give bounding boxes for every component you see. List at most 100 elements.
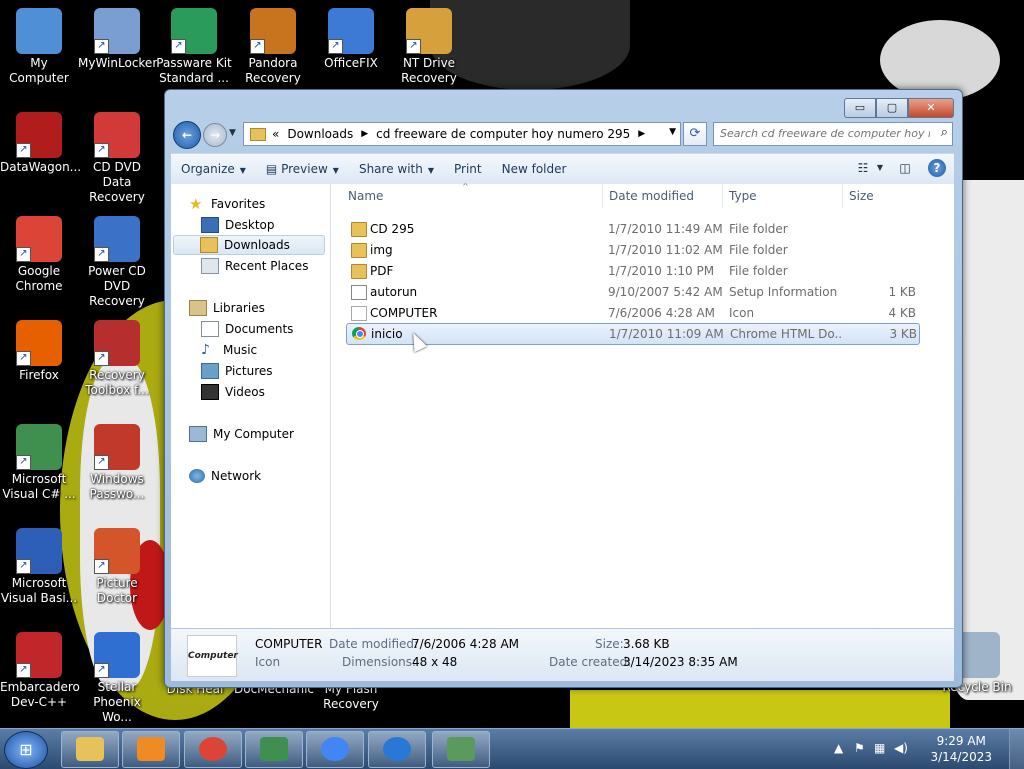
stellar-phoenix-icon: ↗ [94,632,140,678]
desktop-icon-pandora[interactable]: ↗ Pandora Recovery [234,8,312,86]
preview-button[interactable]: ▤ Preview ▼ [256,162,349,176]
action-center-icon[interactable]: ⚑ [854,741,865,755]
desktop-icon-nt-drive[interactable]: ↗ NT Drive Recovery [390,8,468,86]
file-name: PDF [370,264,394,278]
preview-pane-button[interactable]: ◫ [894,158,916,178]
network-status-icon[interactable]: ▦ [874,741,885,755]
address-bar[interactable]: « Downloads ▶ cd freeware de computer ho… [243,122,681,146]
nav-desktop[interactable]: Desktop [201,215,327,235]
desktop-icon-datawagon[interactable]: ↗ DataWagon... [0,112,81,175]
desktop-icon-power-cd[interactable]: ↗ Power CD DVD Recovery [78,216,156,309]
file-name: CD 295 [370,222,415,236]
taskbar-chromium-button[interactable] [306,731,364,768]
nav-videos[interactable]: Videos [201,382,327,402]
taskbar-media-player-button[interactable] [122,731,180,768]
desktop-icon-visual-basic[interactable]: ↗ Microsoft Visual Basi... [0,528,78,606]
desktop-icon-recovery-toolbox[interactable]: ↗ Recovery Toolbox f... [78,320,156,398]
desktop-icon-picture-doctor[interactable]: ↗ Picture Doctor [78,528,156,606]
taskbar-chrome-button[interactable] [184,731,242,768]
nav-music[interactable]: ♪ Music [201,340,327,360]
column-header-date-modified[interactable]: Date modified [609,189,694,209]
breadcrumb-downloads[interactable]: Downloads [287,127,353,141]
view-dropdown[interactable]: ▼ [874,158,886,178]
desktop-icon-my-computer[interactable]: My Computer [0,8,78,86]
help-button[interactable]: ? [928,159,946,177]
desktop-icon-stellar-phoenix[interactable]: ↗ Stellar Phoenix Wo... [78,632,156,725]
taskbar-internet-explorer-button[interactable] [368,731,426,768]
minimize-button[interactable]: ▭ [844,98,876,118]
wallpaper-shape [880,20,1000,100]
column-divider[interactable] [722,184,723,208]
shortcut-arrow-icon: ↗ [16,143,31,158]
desktop-icon-windows-password[interactable]: ↗ Windows Passwo... [78,424,156,502]
organize-button[interactable]: Organize ▼ [171,162,256,176]
file-row-selected[interactable]: inicio 1/7/2010 11:09 AM Chrome HTML Do.… [346,323,920,345]
column-divider[interactable] [602,184,603,208]
desktop-icon-visual-csharp[interactable]: ↗ Microsoft Visual C# ... [0,424,78,502]
taskbar-explorer-button[interactable] [61,731,119,768]
breadcrumb-separator-icon[interactable]: ▶ [638,129,645,139]
view-options-button[interactable]: ☷ [852,158,874,178]
nav-my-computer[interactable]: My Computer [189,424,345,444]
start-button[interactable]: ⊞ [4,731,48,769]
desktop-icon-label: NT Drive Recovery [401,56,457,85]
desktop-icon-google-chrome[interactable]: ↗ Google Chrome [0,216,78,294]
maximize-button[interactable]: ▢ [876,98,908,118]
close-button[interactable]: ✕ [908,98,954,118]
desktop-icon-cd-dvd-data[interactable]: ↗ CD DVD Data Recovery [78,112,156,205]
search-input[interactable] [714,123,930,143]
refresh-button[interactable]: ⟳ [683,122,707,146]
explorer-window[interactable]: ▭ ▢ ✕ ← → ▼ « Downloads ▶ cd freeware de… [164,89,963,688]
search-box[interactable]: ⌕ [713,122,953,146]
breadcrumb-overflow[interactable]: « [272,127,279,141]
desktop-icon-mywinlocker[interactable]: ↗ MyWinLocker [78,8,157,71]
desktop-icon-officefix[interactable]: ↗ OfficeFIX [312,8,390,71]
nav-label: Recent Places [225,259,309,273]
nav-documents[interactable]: Documents [201,319,327,339]
nav-recent-places[interactable]: Recent Places [201,256,327,276]
taskbar-system-utility-button[interactable] [432,731,490,768]
share-with-button[interactable]: Share with ▼ [349,162,444,176]
shortcut-arrow-icon: ↗ [94,351,109,366]
file-row[interactable]: CD 295 1/7/2010 11:49 AM File folder [346,219,918,239]
taskbar-visual-csharp-button[interactable] [245,731,303,768]
file-row[interactable]: autorun 9/10/2007 5:42 AM Setup Informat… [346,282,918,302]
clock[interactable]: 9:29 AM 3/14/2023 [930,733,992,765]
nav-libraries[interactable]: Libraries [189,298,345,318]
file-type: File folder [729,264,788,278]
nav-network[interactable]: Network [189,466,345,486]
file-date-modified: 7/6/2006 4:28 AM [608,306,716,320]
address-dropdown-icon[interactable]: ▼ [669,127,676,137]
nav-label: Downloads [224,238,290,252]
help-icon: ? [933,161,941,175]
back-button[interactable]: ← [173,121,201,149]
show-desktop-button[interactable] [1009,729,1024,769]
breadcrumb-current-folder[interactable]: cd freeware de computer hoy numero 295 [376,127,630,141]
file-size: 3 KB [889,327,917,341]
recent-pages-dropdown[interactable]: ▼ [229,128,236,138]
nav-pictures[interactable]: Pictures [201,361,327,381]
nav-downloads[interactable]: Downloads [173,235,325,255]
nav-favorites[interactable]: ★ Favorites [189,194,345,214]
print-button[interactable]: Print [444,162,492,176]
file-row[interactable]: img 1/7/2010 11:02 AM File folder [346,240,918,260]
file-row[interactable]: COMPUTER 7/6/2006 4:28 AM Icon 4 KB [346,303,918,323]
nav-label: My Computer [213,427,294,441]
forward-button[interactable]: → [203,123,227,147]
desktop-icon-label: Firefox [19,368,59,382]
nav-label: Music [223,343,258,357]
file-row[interactable]: PDF 1/7/2010 1:10 PM File folder [346,261,918,281]
new-folder-button[interactable]: New folder [492,162,577,176]
desktop-icon-passware[interactable]: ↗ Passware Kit Standard ... [155,8,233,86]
volume-icon[interactable]: ◀) [894,741,908,755]
column-header-name[interactable]: Name [348,189,383,209]
recent-places-icon [201,258,219,274]
breadcrumb-separator-icon[interactable]: ▶ [361,129,368,139]
column-header-type[interactable]: Type [729,189,757,209]
column-divider[interactable] [842,184,843,208]
show-hidden-icons-icon[interactable]: ▲ [834,741,843,755]
shortcut-arrow-icon: ↗ [16,351,31,366]
column-header-size[interactable]: Size [849,189,874,209]
desktop-icon-dev-cpp[interactable]: ↗ Embarcadero Dev-C++ [0,632,80,710]
desktop-icon-firefox[interactable]: ↗ Firefox [0,320,78,383]
